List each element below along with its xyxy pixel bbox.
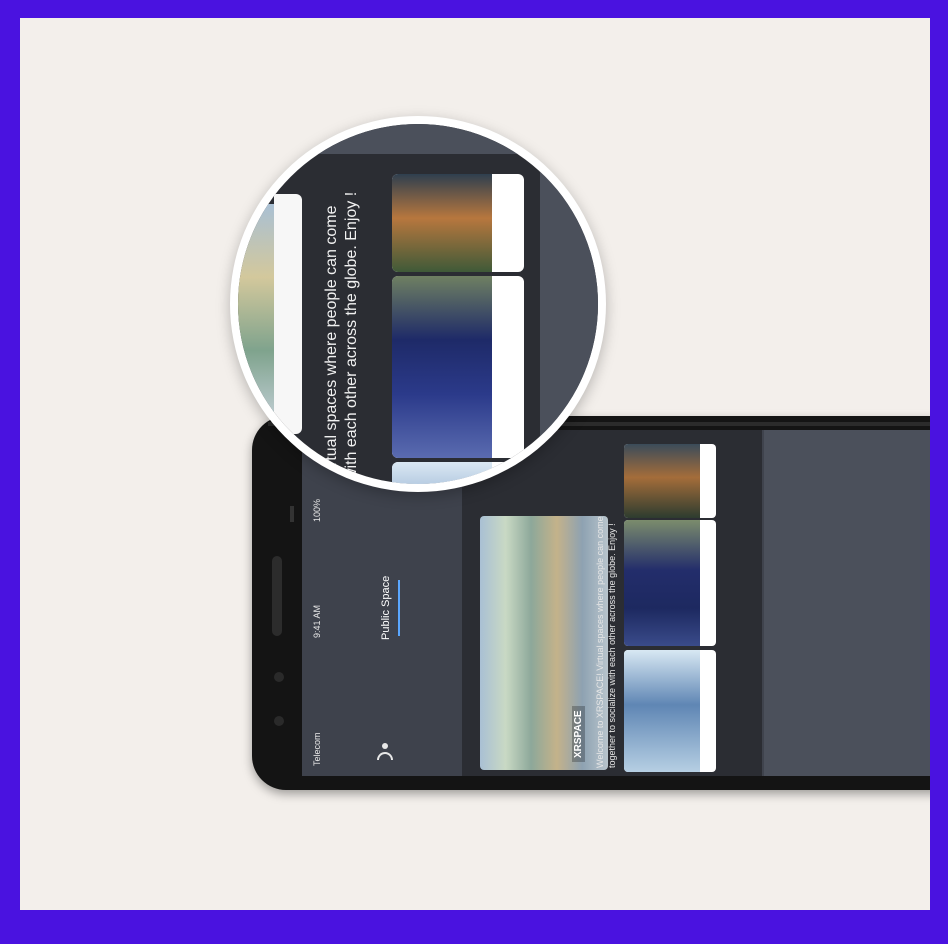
right-panel xyxy=(764,430,930,776)
thumbnail-image xyxy=(392,462,492,484)
magnifier-circle: Virtual spaces where people can come wit… xyxy=(230,116,606,492)
magnifier-thumbnail xyxy=(392,174,524,272)
thumbnail-image xyxy=(392,276,492,458)
speaker-grille xyxy=(272,556,282,636)
hero-title: XRSPACE xyxy=(572,706,585,762)
welcome-line-1: Welcome to XRSPACE! Virtual spaces where… xyxy=(595,516,605,768)
profile-icon[interactable] xyxy=(376,740,394,762)
magnifier-content: Virtual spaces where people can come wit… xyxy=(238,124,598,484)
active-tab-indicator xyxy=(398,580,400,636)
space-thumbnail[interactable] xyxy=(624,520,716,646)
tab-public-space[interactable]: Public Space xyxy=(380,576,392,640)
hero-space-card[interactable] xyxy=(480,516,608,770)
status-battery: 100% xyxy=(312,498,322,522)
space-thumbnail[interactable] xyxy=(624,444,716,518)
magnifier-thumbnail xyxy=(392,462,524,484)
front-camera xyxy=(274,672,284,682)
proximity-sensor xyxy=(274,716,284,726)
magnifier-thumbnail xyxy=(392,276,524,458)
background-canvas: Telecom 9:41 AM 100% Public Space XRSPAC… xyxy=(20,18,930,910)
welcome-text: Welcome to XRSPACE! Virtual spaces where… xyxy=(594,516,618,768)
magnifier-text-line-1: Virtual spaces where people can come xyxy=(323,205,340,480)
thumbnail-image xyxy=(624,520,700,646)
status-time: 9:41 AM xyxy=(312,604,322,638)
space-thumbnail[interactable] xyxy=(624,650,716,772)
magnifier-hero-image xyxy=(238,204,274,424)
magnifier-right-panel xyxy=(540,124,598,484)
outer-frame: Telecom 9:41 AM 100% Public Space XRSPAC… xyxy=(0,0,948,944)
magnifier-text-line-2: with each other across the globe. Enjoy … xyxy=(343,191,360,480)
notch-sensor xyxy=(290,506,294,522)
magnifier-card-edge xyxy=(274,194,302,434)
welcome-line-2: together to socialize with each other ac… xyxy=(607,523,617,768)
thumbnail-image xyxy=(392,174,492,272)
status-carrier: Telecom xyxy=(312,732,322,766)
thumbnail-image xyxy=(624,650,700,772)
thumbnail-image xyxy=(624,444,700,518)
